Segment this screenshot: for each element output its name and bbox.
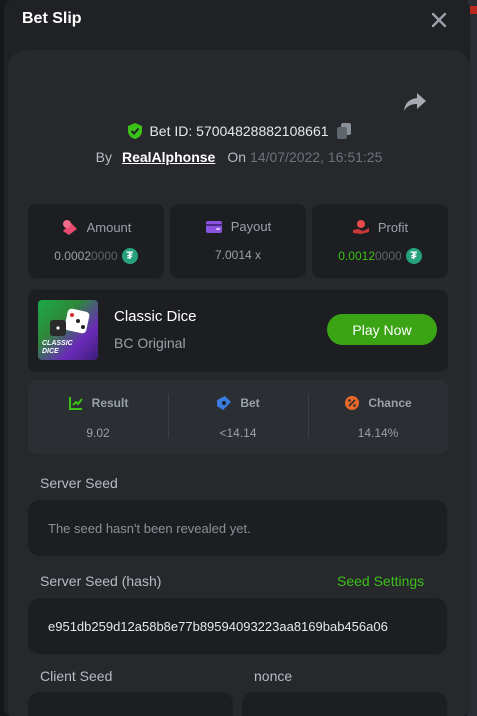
hand-coin-icon — [352, 220, 369, 234]
game-name[interactable]: Classic Dice — [114, 308, 197, 325]
play-now-button[interactable]: Play Now — [327, 314, 437, 345]
game-provider: BC Original — [114, 335, 186, 351]
amount-label: Amount — [86, 219, 132, 235]
close-icon[interactable] — [428, 9, 450, 31]
server-seed-label: Server Seed — [40, 475, 118, 491]
amount-box: Amount 0.00020000 ₮ — [28, 204, 164, 278]
result-value: 9.02 — [86, 426, 110, 440]
bet-stats: Amount 0.00020000 ₮ Payout 7.0014 x Prof… — [28, 204, 448, 278]
tether-coin-icon: ₮ — [405, 248, 422, 264]
server-seed-field[interactable]: The seed hasn't been revealed yet. — [28, 500, 447, 556]
wallet-icon — [205, 220, 222, 233]
profit-box: Profit 0.00120000 ₮ — [312, 204, 448, 278]
game-thumbnail[interactable]: CLASSIC DICE — [38, 300, 98, 360]
bet-slip-modal: Bet Slip Bet ID: 57004828882108661 By Re… — [4, 0, 470, 716]
thumb-caption: CLASSIC DICE — [42, 340, 73, 355]
game-card: CLASSIC DICE Classic Dice BC Original Pla… — [28, 290, 448, 372]
payout-label: Payout — [230, 219, 272, 234]
bet-author-row: By RealAlphonse On 14/07/2022, 16:51:25 — [8, 149, 470, 165]
payout-box: Payout 7.0014 x — [170, 204, 306, 278]
bet-id-text: Bet ID: 57004828882108661 — [149, 123, 329, 139]
user-link[interactable]: RealAlphonse — [122, 149, 215, 165]
bet-id-row: Bet ID: 57004828882108661 — [8, 122, 470, 140]
client-seed-label: Client Seed — [40, 668, 113, 684]
chance-column: Chance 14.14% — [308, 380, 448, 454]
share-icon[interactable] — [402, 90, 428, 114]
seed-settings-link[interactable]: Seed Settings — [337, 573, 424, 589]
profit-label: Profit — [377, 219, 409, 235]
bet-column: Bet <14.14 — [168, 380, 308, 454]
amount-value: 0.0002 — [54, 249, 91, 263]
payout-value: 7.0014 x — [214, 248, 262, 262]
profit-value: 0.0012 — [338, 249, 375, 263]
tether-coin-icon: ₮ — [121, 248, 138, 264]
coins-icon — [62, 220, 77, 235]
server-seed-hash-label: Server Seed (hash) — [40, 573, 162, 589]
bet-label: Bet — [240, 396, 260, 410]
chance-label: Chance — [368, 396, 412, 410]
by-label: By — [95, 149, 112, 165]
percent-icon — [345, 396, 360, 410]
copy-icon[interactable] — [336, 123, 351, 139]
on-label: On — [227, 149, 247, 165]
result-column: Result 9.02 — [28, 380, 168, 454]
chart-check-icon — [68, 397, 83, 410]
client-seed-field[interactable] — [28, 692, 233, 716]
result-label: Result — [91, 396, 129, 410]
modal-title: Bet Slip — [22, 10, 82, 27]
bet-detail-panel: Bet ID: 57004828882108661 By RealAlphons… — [8, 50, 470, 716]
server-seed-hash-field[interactable]: e951db259d12a58b8e77b89594093223aa8169ba… — [28, 598, 447, 654]
ticket-icon — [217, 396, 232, 410]
amount-value-dim: 0000 — [91, 249, 118, 263]
profit-value-dim: 0000 — [375, 249, 402, 263]
bet-date: 14/07/2022, 16:51:25 — [250, 149, 383, 165]
shield-check-icon — [128, 123, 143, 139]
nonce-label: nonce — [254, 668, 293, 684]
chance-value: 14.14% — [357, 426, 399, 440]
nonce-field[interactable] — [242, 692, 447, 716]
bet-value: <14.14 — [219, 426, 257, 440]
result-card: Result 9.02 Bet <14.14 Chance 14.14% — [28, 380, 448, 454]
